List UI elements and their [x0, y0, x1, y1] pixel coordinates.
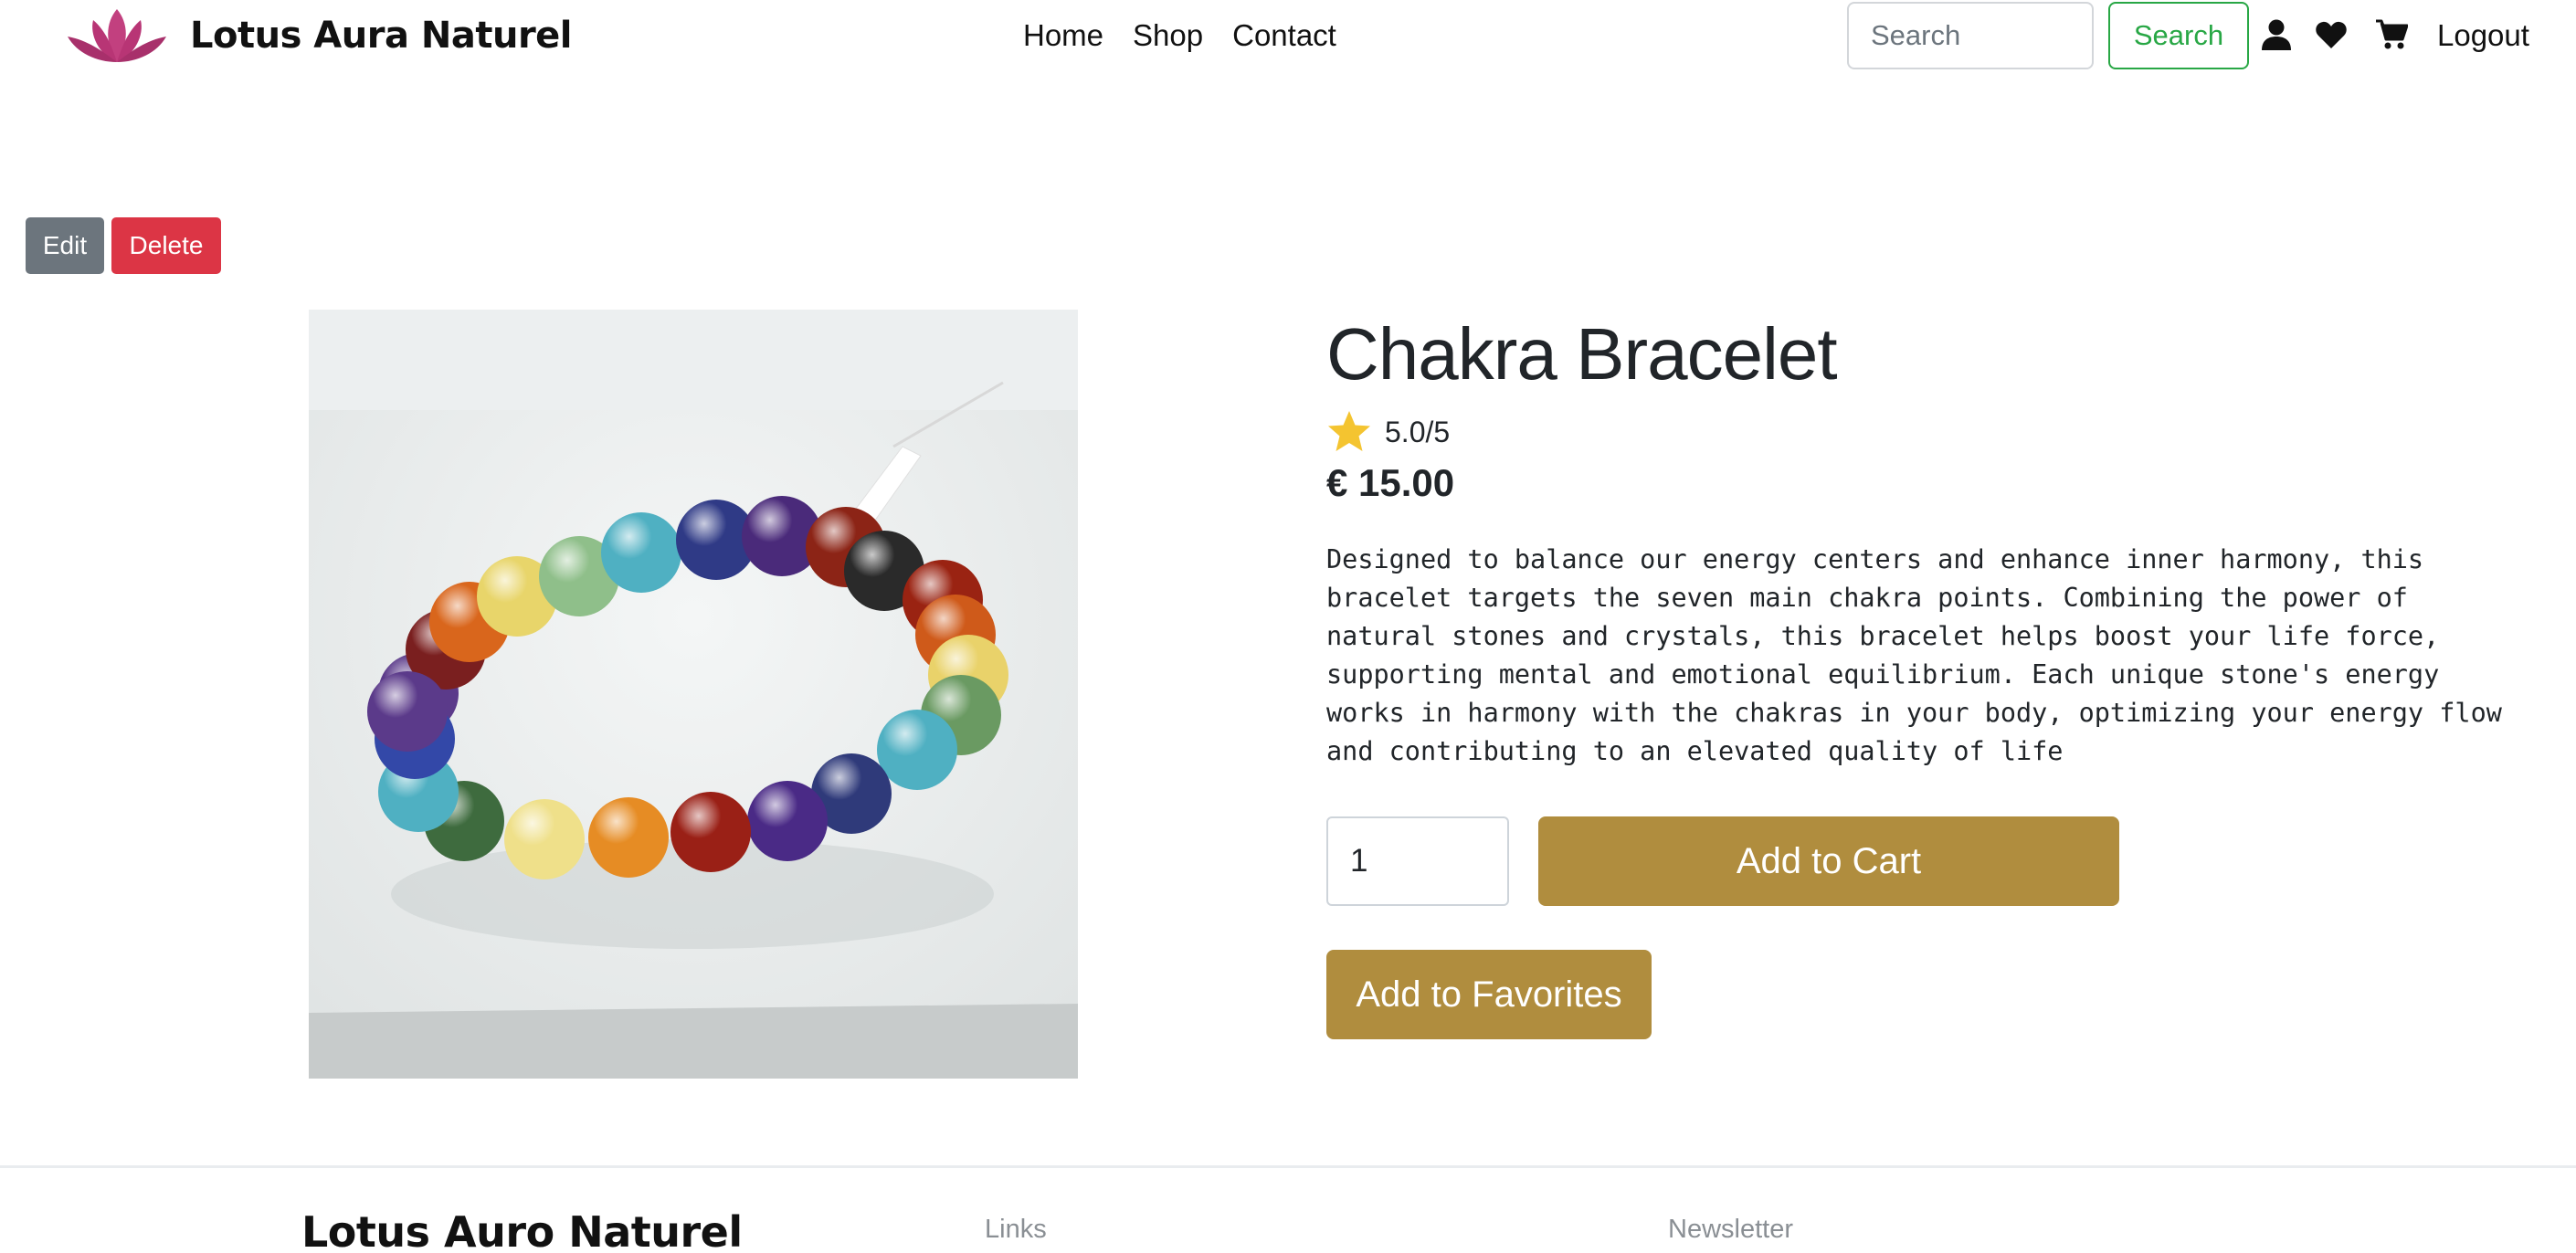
- edit-button[interactable]: Edit: [26, 217, 104, 274]
- heart-icon[interactable]: [2315, 18, 2348, 51]
- product-price: € 15.00: [1326, 461, 1455, 504]
- footer-brand: Lotus Auro Naturel: [301, 1207, 743, 1253]
- bead-highlight: [747, 781, 828, 861]
- nav-link-contact[interactable]: Contact: [1232, 15, 1336, 57]
- lotus-logo-icon: [68, 9, 166, 62]
- add-to-favorites-button[interactable]: Add to Favorites: [1326, 950, 1652, 1039]
- bead-highlight: [504, 799, 585, 879]
- product-title: Chakra Bracelet: [1326, 313, 1838, 395]
- star-icon: [1328, 411, 1370, 451]
- search-button[interactable]: Search: [2108, 2, 2249, 69]
- nav-link-shop[interactable]: Shop: [1133, 15, 1203, 57]
- product-rating: 5.0/5: [1326, 409, 1450, 455]
- delete-button[interactable]: Delete: [111, 217, 221, 274]
- rating-value: 5.0/5: [1385, 415, 1451, 448]
- bead-highlight: [588, 797, 669, 878]
- nav-link-home[interactable]: Home: [1023, 15, 1103, 57]
- bead-highlight: [670, 792, 751, 872]
- product-image: [309, 310, 1078, 1079]
- cart-icon[interactable]: [2375, 18, 2408, 51]
- logout-link[interactable]: Logout: [2437, 15, 2529, 57]
- bead-highlight: [877, 710, 957, 790]
- user-icon[interactable]: [2260, 18, 2293, 51]
- footer-divider: [0, 1165, 2576, 1168]
- brand-name: Lotus Aura Naturel: [190, 15, 573, 57]
- bead-highlight: [367, 671, 448, 752]
- add-to-cart-button[interactable]: Add to Cart: [1538, 816, 2119, 906]
- bracelet-photo: [309, 310, 1078, 1079]
- footer-links-heading: Links: [985, 1215, 1047, 1244]
- main-nav: Home Shop Contact: [1023, 15, 1366, 57]
- product-description: Designed to balance our energy centers a…: [1326, 544, 2502, 766]
- brand[interactable]: Lotus Aura Naturel: [58, 5, 573, 66]
- navbar: Lotus Aura Naturel Home Shop Contact Sea…: [0, 0, 2576, 73]
- quantity-input[interactable]: [1326, 816, 1509, 906]
- search-input[interactable]: [1847, 2, 2094, 69]
- footer-newsletter-heading: Newsletter: [1668, 1215, 1793, 1244]
- bead-highlight: [601, 512, 681, 593]
